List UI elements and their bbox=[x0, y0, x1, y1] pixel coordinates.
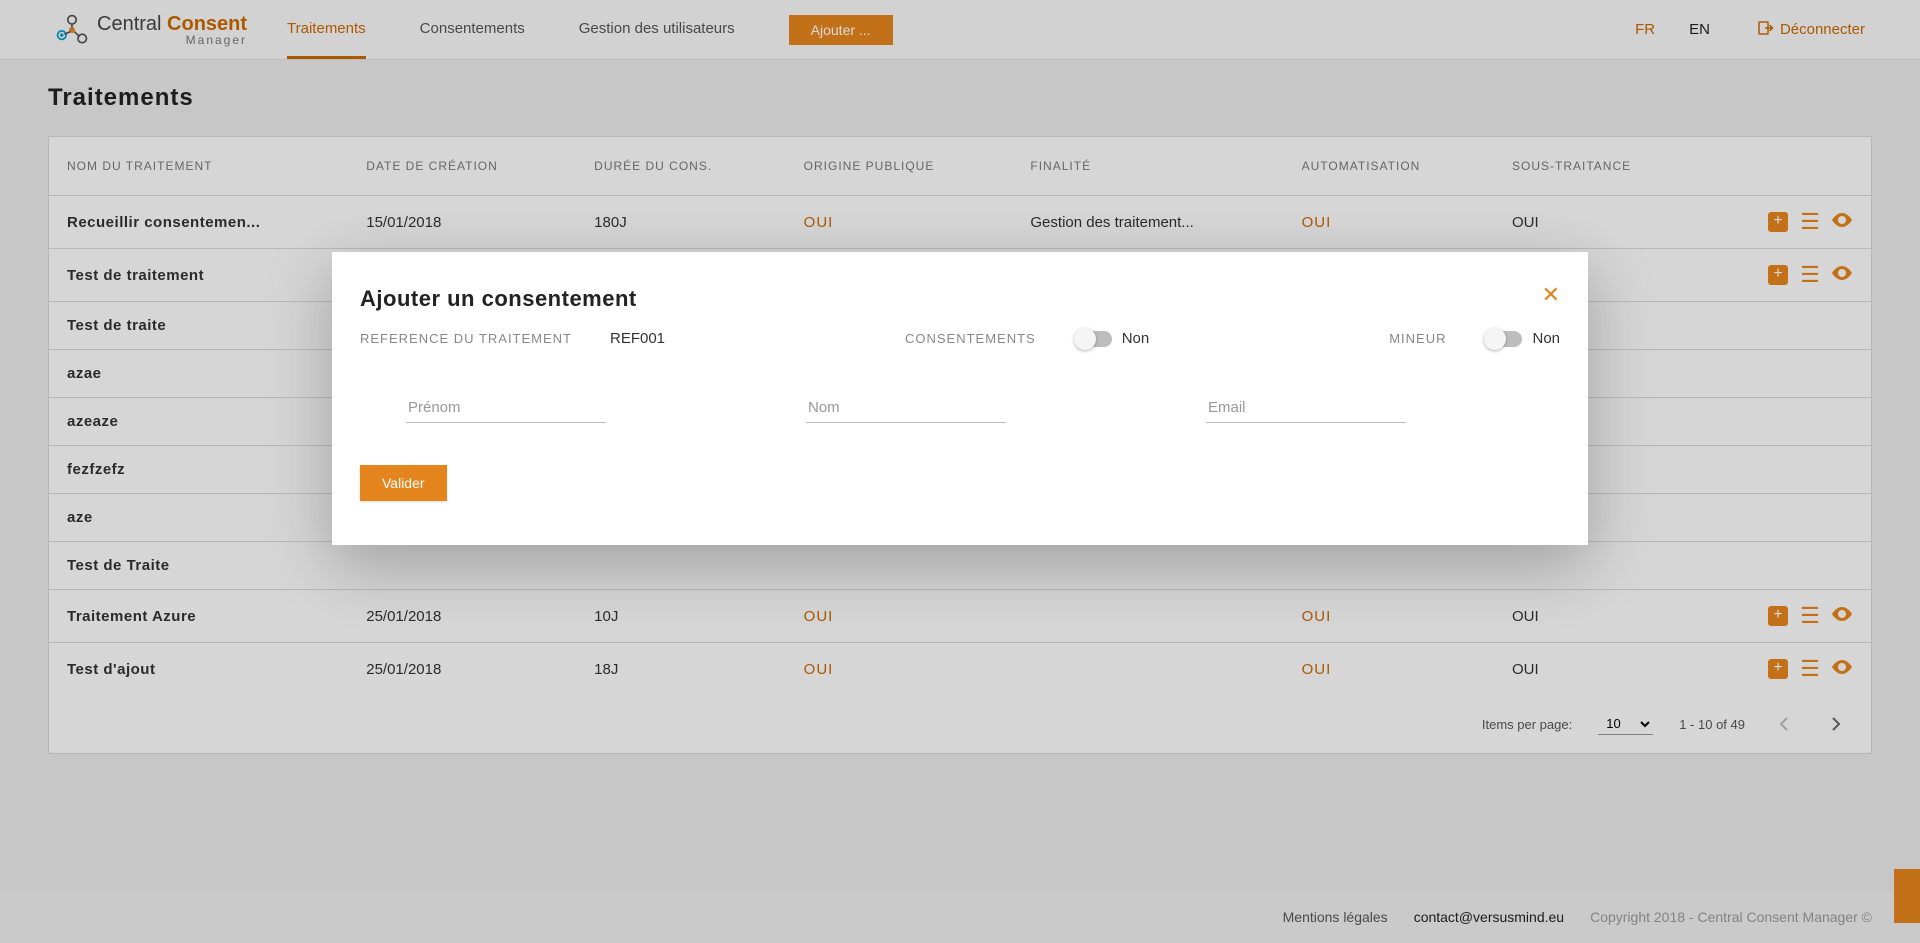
modal-close-button[interactable]: ✕ bbox=[1542, 284, 1560, 306]
minor-switch[interactable] bbox=[1486, 331, 1522, 347]
modal-overlay[interactable]: Ajouter un consentement ✕ REFERENCE DU T… bbox=[0, 0, 1920, 943]
email-field[interactable] bbox=[1206, 393, 1406, 423]
minor-label: MINEUR bbox=[1389, 331, 1446, 346]
close-icon: ✕ bbox=[1542, 282, 1560, 307]
minor-switch-value: Non bbox=[1532, 330, 1560, 347]
validate-button[interactable]: Valider bbox=[360, 465, 447, 501]
modal-ajouter-consentement: Ajouter un consentement ✕ REFERENCE DU T… bbox=[332, 252, 1588, 545]
cons-switch-value: Non bbox=[1122, 330, 1150, 347]
nom-field[interactable] bbox=[806, 393, 1006, 423]
ref-value: REF001 bbox=[610, 330, 665, 347]
ref-label: REFERENCE DU TRAITEMENT bbox=[360, 331, 572, 346]
cons-label: CONSENTEMENTS bbox=[905, 331, 1036, 346]
cons-switch[interactable] bbox=[1076, 331, 1112, 347]
modal-title: Ajouter un consentement bbox=[360, 286, 1560, 312]
prenom-field[interactable] bbox=[406, 393, 606, 423]
